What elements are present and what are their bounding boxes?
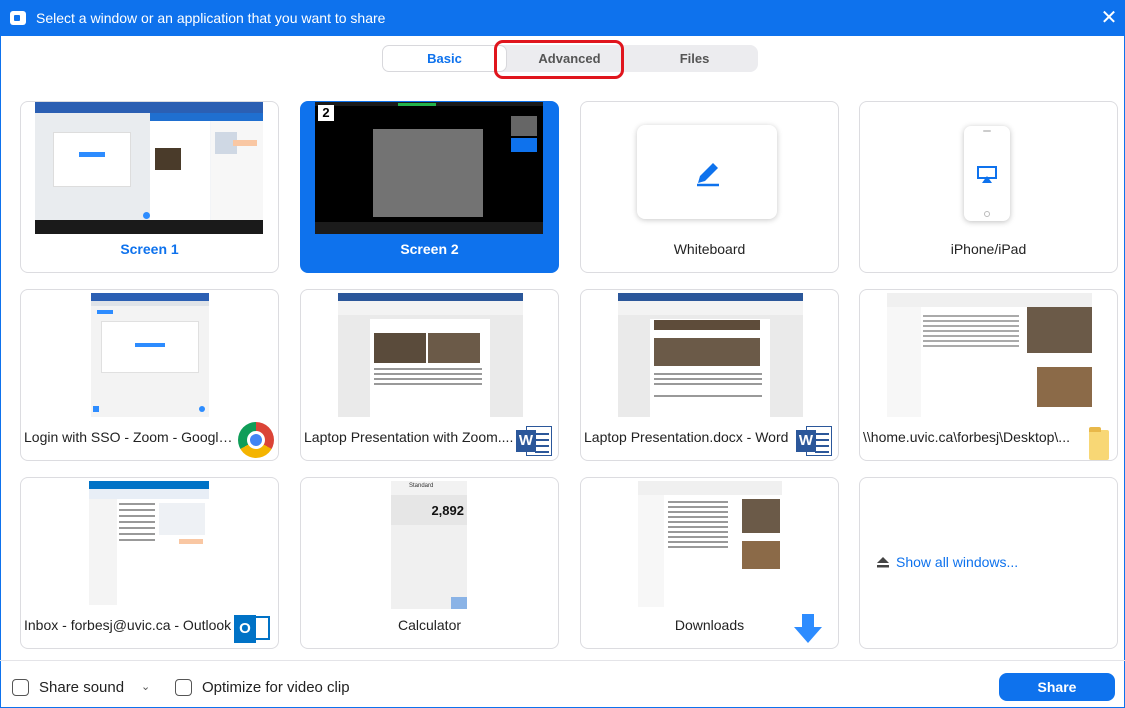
word-zoom-label: Laptop Presentation with Zoom.... xyxy=(304,429,514,445)
outlook-thumbnail xyxy=(89,481,209,605)
word-docx-label: Laptop Presentation.docx - Word xyxy=(584,429,789,445)
whiteboard-label: Whiteboard xyxy=(673,241,746,257)
optimize-video-checkbox[interactable] xyxy=(175,679,192,696)
calculator-label: Calculator xyxy=(397,617,462,633)
iphone-ipad-label: iPhone/iPad xyxy=(950,241,1027,257)
explorer-thumbnail xyxy=(887,293,1092,417)
downloads-thumbnail xyxy=(638,481,782,607)
screen-number-badge: 2 xyxy=(318,105,334,121)
iphone-ipad-card[interactable]: iPhone/iPad xyxy=(859,101,1118,273)
optimize-video-label: Optimize for video clip xyxy=(202,679,350,696)
eject-icon xyxy=(877,557,889,568)
outlook-label: Inbox - forbesj@uvic.ca - Outlook xyxy=(24,617,232,633)
whiteboard-card[interactable]: Whiteboard xyxy=(580,101,839,273)
tab-files[interactable]: Files xyxy=(632,45,757,72)
chrome-sso-thumbnail xyxy=(91,293,209,417)
show-all-windows-label: Show all windows... xyxy=(896,554,1019,570)
window-card-word-docx[interactable]: Laptop Presentation.docx - Word W xyxy=(580,289,839,461)
folder-icon xyxy=(1089,427,1109,460)
screen-2-thumbnail: 2 xyxy=(315,102,543,234)
screen-1-card[interactable]: Screen 1 xyxy=(20,101,279,273)
window-title: Select a window or an application that y… xyxy=(36,10,386,26)
word-zoom-thumbnail xyxy=(338,293,523,417)
share-tabs: Basic Advanced Files xyxy=(382,45,758,72)
zoom-app-icon xyxy=(10,11,26,25)
pencil-icon xyxy=(697,163,719,187)
word-icon: W xyxy=(516,424,552,458)
share-sound-label: Share sound xyxy=(39,679,125,696)
explorer-label: \\home.uvic.ca\forbesj\Desktop\... xyxy=(863,429,1070,445)
share-sound-dropdown-icon[interactable]: ⌄ xyxy=(141,680,150,693)
window-card-chrome-sso[interactable]: Login with SSO - Zoom - Google ... xyxy=(20,289,279,461)
window-card-calculator[interactable]: Standard 2,892 Calculator xyxy=(300,477,559,649)
title-bar: Select a window or an application that y… xyxy=(0,0,1125,36)
share-button[interactable]: Share xyxy=(999,673,1115,701)
tab-advanced[interactable]: Advanced xyxy=(507,45,632,72)
calculator-mode: Standard xyxy=(409,483,434,489)
window-card-outlook[interactable]: Inbox - forbesj@uvic.ca - Outlook O xyxy=(20,477,279,649)
outlook-icon: O xyxy=(234,612,270,646)
word-icon: W xyxy=(796,424,832,458)
show-all-windows-card[interactable]: Show all windows... xyxy=(859,477,1118,649)
download-arrow-icon xyxy=(794,614,822,643)
screen-1-thumbnail xyxy=(35,102,263,234)
screen-2-label: Screen 2 xyxy=(400,241,459,257)
window-card-word-zoom[interactable]: Laptop Presentation with Zoom.... W xyxy=(300,289,559,461)
window-card-downloads[interactable]: Downloads xyxy=(580,477,839,649)
tab-basic[interactable]: Basic xyxy=(382,45,507,72)
screen-1-label: Screen 1 xyxy=(120,241,179,257)
close-icon[interactable]: ✕ xyxy=(1097,6,1121,30)
airplay-icon xyxy=(977,166,997,183)
word-docx-thumbnail xyxy=(618,293,803,417)
chrome-icon xyxy=(238,422,274,458)
window-card-explorer[interactable]: \\home.uvic.ca\forbesj\Desktop\... xyxy=(859,289,1118,461)
calculator-thumbnail: Standard 2,892 xyxy=(391,481,467,609)
chrome-sso-label: Login with SSO - Zoom - Google ... xyxy=(24,429,236,445)
show-all-windows-link[interactable]: Show all windows... xyxy=(876,554,1018,570)
screen-2-card[interactable]: 2 Screen 2 xyxy=(300,101,559,273)
calculator-display: 2,892 xyxy=(431,503,464,518)
share-sound-checkbox[interactable] xyxy=(12,679,29,696)
footer-divider xyxy=(0,660,1125,661)
